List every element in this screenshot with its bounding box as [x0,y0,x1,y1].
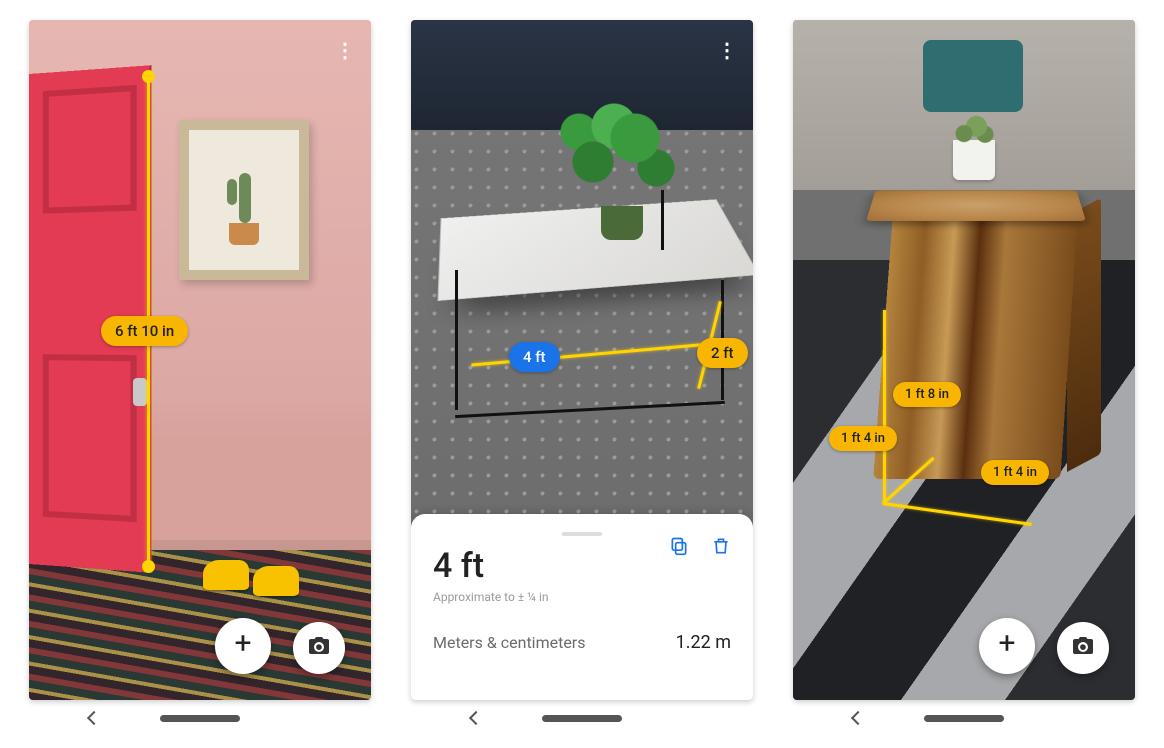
add-button[interactable]: + [215,618,271,674]
scene-shoes [203,560,303,604]
phone-3: 1 ft 8 in 1 ft 4 in 1 ft 4 in + [793,20,1135,736]
measurement-pill-width-right[interactable]: 1 ft 4 in [981,460,1049,485]
screen-door: 6 ft 10 in ⋮ + [29,20,371,700]
plus-icon: + [998,629,1015,659]
nav-home-pill[interactable] [542,715,622,722]
wall-art [179,120,309,280]
camera-button[interactable] [1057,622,1109,674]
measurement-pill-height[interactable]: 6 ft 10 in [101,316,188,346]
sheet-grabber[interactable] [562,532,602,536]
more-vert-icon[interactable]: ⋮ [333,38,357,62]
camera-button[interactable] [293,622,345,674]
copy-icon[interactable] [669,536,689,556]
plus-icon: + [234,629,251,659]
measurement-pill-width[interactable]: 2 ft [697,338,748,368]
sheet-subline: Approximate to ± ¼ in [433,590,731,604]
trash-icon[interactable] [711,536,731,556]
android-nav-bar [793,700,1135,736]
nav-back-icon[interactable] [851,711,865,725]
camera-icon [307,634,331,662]
measurement-pill-length-selected[interactable]: 4 ft [509,342,560,372]
nav-home-pill[interactable] [924,715,1004,722]
measurement-pill-height[interactable]: 1 ft 8 in [893,382,961,407]
android-nav-bar [29,700,371,736]
door-handle [133,378,147,406]
screen-coffee-table: 4 ft 2 ft ⋮ 4 ft Approximate to ± ¼ in M… [411,20,753,700]
measure-endpoint-bottom[interactable] [142,560,155,573]
camera-icon [1071,634,1095,662]
scene-succulent [949,112,999,148]
phone-1: 6 ft 10 in ⋮ + [29,20,371,736]
scene-stool [871,170,1081,500]
screen-wood-stool: 1 ft 8 in 1 ft 4 in 1 ft 4 in + [793,20,1135,700]
nav-back-icon[interactable] [87,711,101,725]
alt-unit-label[interactable]: Meters & centimeters [433,633,585,652]
scene-plant [551,90,691,240]
measurement-sheet[interactable]: 4 ft Approximate to ± ¼ in Meters & cent… [411,514,753,700]
android-nav-bar [411,700,753,736]
more-vert-icon[interactable]: ⋮ [715,38,739,62]
measure-line-height[interactable] [883,310,886,504]
measure-endpoint-top[interactable] [142,70,155,83]
add-button[interactable]: + [979,618,1035,674]
alt-unit-value: 1.22 m [676,632,731,653]
nav-back-icon[interactable] [469,711,483,725]
art-cactus [219,155,269,245]
scene-cushion [923,40,1023,112]
measurement-pill-width-left[interactable]: 1 ft 4 in [829,426,897,451]
phone-2: 4 ft 2 ft ⋮ 4 ft Approximate to ± ¼ in M… [411,20,753,736]
table-leg [455,270,458,410]
nav-home-pill[interactable] [160,715,240,722]
